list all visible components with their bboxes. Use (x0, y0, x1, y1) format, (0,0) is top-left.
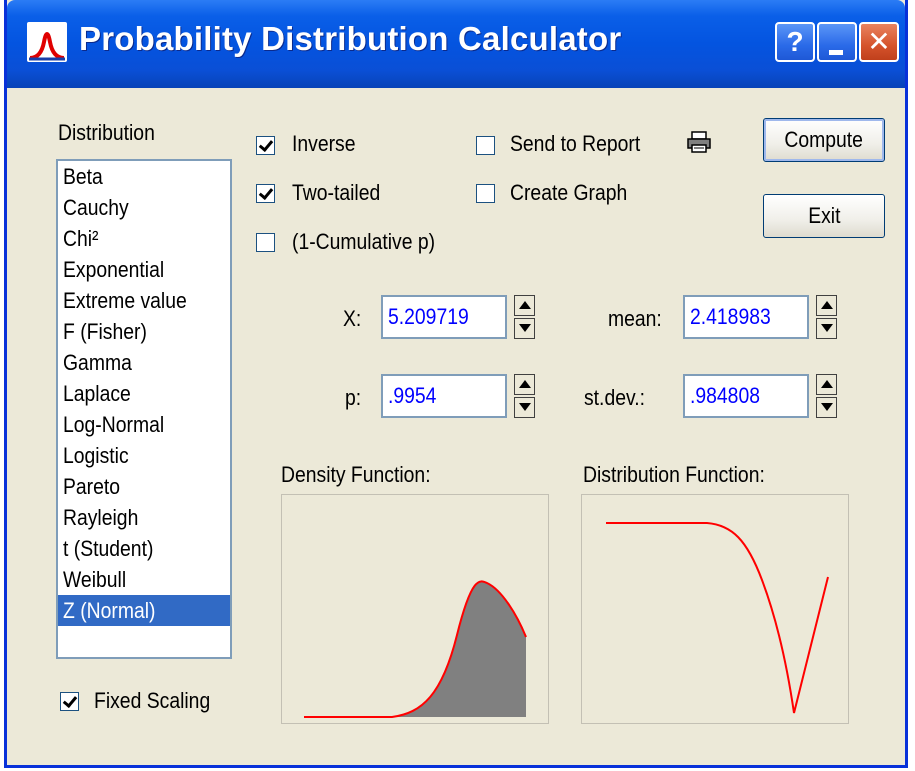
mean-field[interactable]: 2.418983 (683, 295, 809, 339)
list-item[interactable]: F (Fisher) (58, 316, 230, 347)
list-item[interactable]: Beta (58, 161, 230, 192)
density-function-plot (281, 494, 549, 724)
p-spinner[interactable] (514, 374, 535, 418)
help-button[interactable]: ? (775, 22, 815, 62)
list-item-label: Rayleigh (63, 505, 139, 530)
stdev-spin-up-icon[interactable] (816, 374, 837, 395)
exit-button-label: Exit (807, 203, 841, 228)
x-spin-up-icon[interactable] (514, 295, 535, 316)
window-title: Probability Distribution Calculator (79, 20, 622, 57)
distribution-function-plot (581, 494, 849, 724)
x-spin-down-icon[interactable] (514, 318, 535, 339)
exit-button[interactable]: Exit (763, 194, 885, 238)
fixed-scaling-checkbox[interactable] (60, 692, 79, 711)
list-item[interactable]: Log-Normal (58, 409, 230, 440)
minimize-button[interactable] (817, 22, 857, 62)
list-item-label: Laplace (63, 381, 131, 406)
distribution-function-label: Distribution Function: (583, 462, 765, 487)
mean-spinner[interactable] (816, 295, 837, 339)
distribution-curve-icon (27, 22, 67, 62)
distribution-list[interactable]: Beta Cauchy Chi² Exponential Extreme value F … (56, 159, 232, 659)
inverse-label[interactable]: Inverse (292, 131, 355, 157)
list-item[interactable]: Extreme value (58, 285, 230, 316)
inverse-checkbox[interactable] (256, 136, 275, 155)
x-value: 5.209719 (388, 304, 469, 329)
list-item[interactable]: Exponential (58, 254, 230, 285)
stdev-field[interactable]: .984808 (683, 374, 809, 418)
send-to-report-checkbox[interactable] (476, 136, 495, 155)
list-item[interactable]: Pareto (58, 471, 230, 502)
create-graph-label[interactable]: Create Graph (510, 180, 627, 206)
list-item-label: Weibull (63, 567, 127, 592)
list-item-label: Logistic (63, 443, 129, 468)
stdev-spinner[interactable] (816, 374, 837, 418)
mean-value: 2.418983 (690, 304, 771, 329)
stdev-spin-down-icon[interactable] (816, 397, 837, 418)
list-item-label: Log-Normal (63, 412, 165, 437)
minimize-icon (829, 50, 843, 55)
close-button[interactable]: ✕ (859, 22, 899, 62)
p-field[interactable]: .9954 (381, 374, 507, 418)
list-item-label: Beta (63, 164, 103, 189)
x-field[interactable]: 5.209719 (381, 295, 507, 339)
list-item-label: Gamma (63, 350, 132, 375)
printer-icon[interactable] (686, 130, 712, 154)
one-minus-cumulative-label[interactable]: (1-Cumulative p) (292, 229, 435, 255)
x-spinner[interactable] (514, 295, 535, 339)
one-minus-cumulative-checkbox[interactable] (256, 233, 275, 252)
send-to-report-label[interactable]: Send to Report (510, 131, 640, 157)
p-spin-down-icon[interactable] (514, 397, 535, 418)
list-item[interactable]: t (Student) (58, 533, 230, 564)
two-tailed-checkbox[interactable] (256, 184, 275, 203)
list-item-label: F (Fisher) (63, 319, 147, 344)
p-spin-up-icon[interactable] (514, 374, 535, 395)
list-item[interactable]: Weibull (58, 564, 230, 595)
two-tailed-label[interactable]: Two-tailed (292, 180, 380, 206)
list-item[interactable]: Rayleigh (58, 502, 230, 533)
fixed-scaling-label[interactable]: Fixed Scaling (94, 688, 210, 714)
list-item[interactable]: Logistic (58, 440, 230, 471)
help-icon: ? (786, 26, 804, 57)
list-item-label: Exponential (63, 257, 165, 282)
mean-spin-down-icon[interactable] (816, 318, 837, 339)
list-item[interactable]: Z (Normal) (58, 595, 230, 626)
mean-label: mean: (608, 306, 662, 331)
p-value: .9954 (388, 383, 437, 408)
compute-button-label: Compute (784, 127, 864, 152)
list-item-label: Extreme value (63, 288, 187, 313)
distribution-curve (606, 522, 829, 714)
stdev-label: st.dev.: (584, 385, 645, 410)
list-item[interactable]: Cauchy (58, 192, 230, 223)
list-item-label: Z (Normal) (63, 598, 156, 623)
stdev-value: .984808 (690, 383, 760, 408)
list-item[interactable]: Chi² (58, 223, 230, 254)
list-item-label: Chi² (63, 226, 99, 251)
distribution-line (606, 522, 829, 714)
list-item-label: Cauchy (63, 195, 129, 220)
compute-button[interactable]: Compute (763, 118, 885, 162)
distribution-label: Distribution (58, 120, 155, 145)
create-graph-checkbox[interactable] (476, 184, 495, 203)
list-item[interactable]: Laplace (58, 378, 230, 409)
list-item-label: Pareto (63, 474, 121, 499)
density-curve (304, 580, 527, 718)
x-label: X: (343, 306, 362, 331)
title-bar[interactable]: Probability Distribution Calculator ? ✕ (7, 0, 905, 88)
p-label: p: (345, 385, 362, 410)
list-item-label: t (Student) (63, 536, 154, 561)
close-icon: ✕ (867, 26, 891, 57)
mean-spin-up-icon[interactable] (816, 295, 837, 316)
list-item[interactable]: Gamma (58, 347, 230, 378)
density-function-label: Density Function: (281, 462, 431, 487)
